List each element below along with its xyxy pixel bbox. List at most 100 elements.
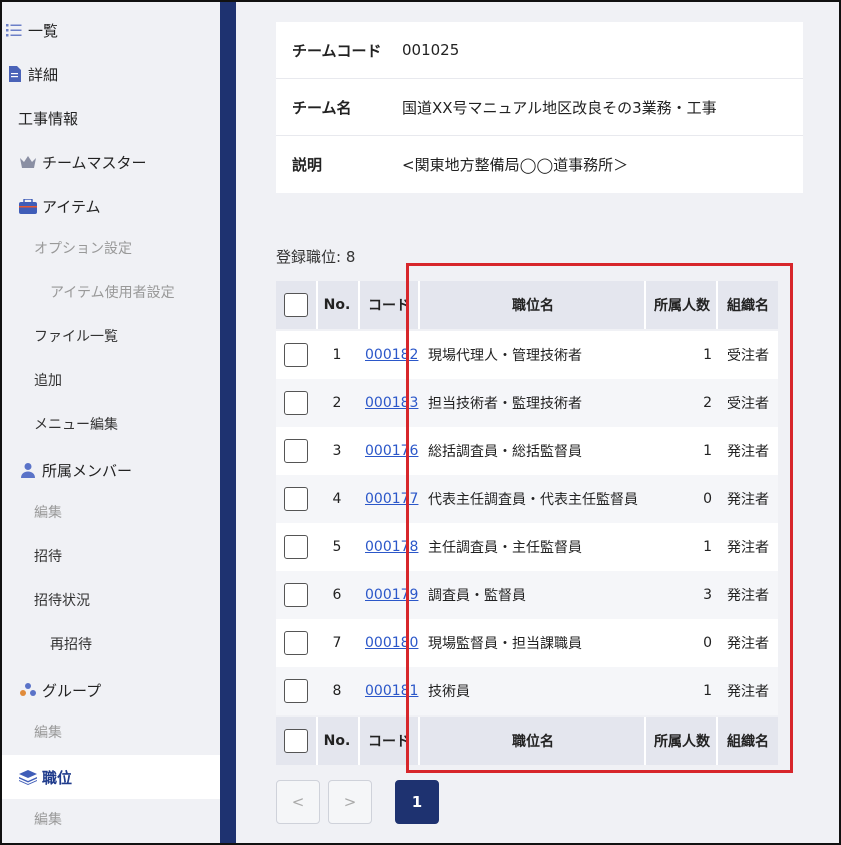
- row-org: 受注者: [727, 348, 769, 364]
- row-no: 5: [332, 539, 342, 555]
- row-count: 1: [703, 443, 712, 459]
- table-header-row: No. コード 職位名 所属人数 組織名: [276, 281, 778, 329]
- info-value: 001025: [402, 41, 460, 59]
- footer-count: 所属人数: [654, 734, 710, 750]
- sidebar-item-invite-status[interactable]: 招待状況: [2, 578, 220, 622]
- sidebar-item-construction-info[interactable]: 工事情報: [2, 96, 220, 140]
- sidebar-item-file-list[interactable]: ファイル一覧: [2, 314, 220, 358]
- group-icon: [18, 681, 38, 699]
- row-no: 4: [332, 491, 342, 507]
- code-link[interactable]: 000181: [365, 683, 418, 699]
- person-icon: [18, 461, 38, 479]
- sidebar-item-group[interactable]: グループ: [2, 668, 220, 712]
- row-no: 7: [332, 635, 342, 651]
- sidebar-item-list[interactable]: 一覧: [2, 8, 220, 52]
- row-no: 2: [332, 395, 342, 411]
- row-org: 発注者: [727, 444, 769, 460]
- list-icon: [4, 21, 24, 39]
- row-name: 代表主任調査員・代表主任監督員: [428, 492, 638, 508]
- info-label: 説明: [292, 156, 323, 174]
- code-link[interactable]: 000176: [365, 443, 418, 459]
- row-org: 発注者: [727, 588, 769, 604]
- sidebar: 一覧 詳細 工事情報 チームマスター アイテム オプション設定 アイテム使用者設…: [2, 2, 220, 843]
- code-link[interactable]: 000177: [365, 491, 418, 507]
- info-row-team-code: チームコード 001025: [276, 22, 803, 79]
- table-row: 6 000179 調査員・監督員 3 発注者: [276, 571, 778, 619]
- row-count: 3: [703, 587, 712, 603]
- code-link[interactable]: 000183: [365, 395, 418, 411]
- sidebar-item-add[interactable]: 追加: [2, 358, 220, 402]
- row-name: 総括調査員・総括監督員: [428, 444, 582, 460]
- sidebar-item-detail[interactable]: 詳細: [2, 52, 220, 96]
- sidebar-item-position-edit[interactable]: 編集: [2, 797, 220, 841]
- page-1-button[interactable]: 1: [395, 780, 439, 824]
- row-checkbox[interactable]: [284, 679, 308, 703]
- row-no: 1: [332, 347, 342, 363]
- team-info-card: チームコード 001025 チーム名 国道XX号マニュアル地区改良その3業務・工…: [276, 22, 803, 193]
- row-checkbox[interactable]: [284, 535, 308, 559]
- row-count: 0: [703, 491, 712, 507]
- row-count: 1: [703, 683, 712, 699]
- row-count: 1: [703, 539, 712, 555]
- select-all-checkbox[interactable]: [284, 293, 308, 317]
- table-row: 5 000178 主任調査員・主任監督員 1 発注者: [276, 523, 778, 571]
- layers-icon: [18, 768, 38, 786]
- prev-page-button[interactable]: <: [276, 780, 320, 824]
- row-name: 担当技術者・監理技術者: [428, 396, 582, 412]
- code-link[interactable]: 000180: [365, 635, 418, 651]
- sidebar-item-position[interactable]: 職位: [2, 755, 220, 799]
- sidebar-item-members-edit[interactable]: 編集: [2, 490, 220, 534]
- row-checkbox[interactable]: [284, 343, 308, 367]
- header-no: No.: [323, 297, 351, 313]
- row-no: 8: [332, 683, 342, 699]
- row-checkbox[interactable]: [284, 487, 308, 511]
- row-count: 0: [703, 635, 712, 651]
- select-all-checkbox-footer[interactable]: [284, 729, 308, 753]
- main-content: チームコード 001025 チーム名 国道XX号マニュアル地区改良その3業務・工…: [236, 2, 839, 843]
- row-org: 発注者: [727, 540, 769, 556]
- info-row-description: 説明 <関東地方整備局◯◯道事務所＞: [276, 136, 803, 193]
- row-org: 発注者: [727, 636, 769, 652]
- row-name: 主任調査員・主任監督員: [428, 540, 582, 556]
- next-page-button[interactable]: >: [328, 780, 372, 824]
- sidebar-item-menu-edit[interactable]: メニュー編集: [2, 402, 220, 446]
- code-link[interactable]: 000179: [365, 587, 418, 603]
- table-row: 4 000177 代表主任調査員・代表主任監督員 0 発注者: [276, 475, 778, 523]
- row-name: 調査員・監督員: [428, 588, 526, 604]
- table-row: 7 000180 現場監督員・担当課職員 0 発注者: [276, 619, 778, 667]
- row-no: 3: [332, 443, 342, 459]
- sidebar-item-reinvite[interactable]: 再招待: [2, 622, 220, 666]
- sidebar-item-invite[interactable]: 招待: [2, 534, 220, 578]
- row-name: 現場監督員・担当課職員: [428, 636, 582, 652]
- row-org: 受注者: [727, 396, 769, 412]
- row-checkbox[interactable]: [284, 583, 308, 607]
- crown-icon: [18, 153, 38, 171]
- sidebar-item-group-edit[interactable]: 編集: [2, 710, 220, 754]
- header-name: 職位名: [512, 298, 554, 314]
- sidebar-item-members[interactable]: 所属メンバー: [2, 448, 220, 492]
- info-row-team-name: チーム名 国道XX号マニュアル地区改良その3業務・工事: [276, 79, 803, 136]
- footer-org: 組織名: [727, 734, 769, 750]
- header-count: 所属人数: [654, 298, 710, 314]
- row-count: 2: [703, 395, 712, 411]
- row-name: 技術員: [428, 684, 470, 700]
- row-checkbox[interactable]: [284, 631, 308, 655]
- header-org: 組織名: [727, 298, 769, 314]
- toolbox-icon: [18, 197, 38, 215]
- table-footer-row: No. コード 職位名 所属人数 組織名: [276, 717, 778, 765]
- document-icon: [4, 65, 24, 83]
- code-link[interactable]: 000182: [365, 347, 418, 363]
- row-checkbox[interactable]: [284, 391, 308, 415]
- info-label: チームコード: [292, 41, 382, 60]
- footer-no: No.: [323, 733, 351, 749]
- row-checkbox[interactable]: [284, 439, 308, 463]
- table-row: 1 000182 現場代理人・管理技術者 1 受注者: [276, 331, 778, 379]
- info-value: 国道XX号マニュアル地区改良その3業務・工事: [402, 98, 717, 117]
- code-link[interactable]: 000178: [365, 539, 418, 555]
- sidebar-item-team-master[interactable]: チームマスター: [2, 140, 220, 184]
- sidebar-item-item[interactable]: アイテム: [2, 184, 220, 228]
- sidebar-item-option-settings[interactable]: オプション設定: [2, 226, 220, 270]
- sidebar-item-item-user-settings[interactable]: アイテム使用者設定: [2, 270, 220, 314]
- registered-count: 登録職位: 8: [276, 248, 356, 266]
- footer-name: 職位名: [512, 734, 554, 750]
